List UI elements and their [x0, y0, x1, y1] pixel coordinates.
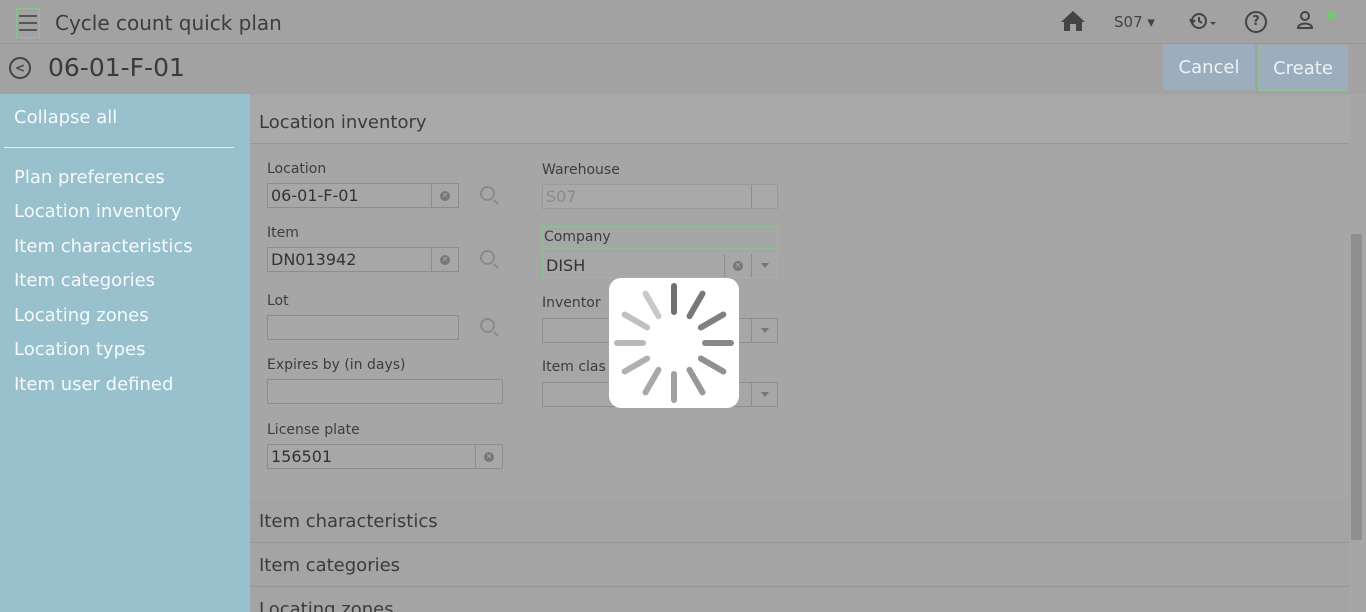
sidebar-item-item-user-defined[interactable]: Item user defined — [14, 374, 173, 395]
clear-icon[interactable]: ✕ — [724, 254, 751, 277]
sidebar-item-item-categories[interactable]: Item categories — [14, 270, 155, 291]
expires-by-label: Expires by (in days) — [267, 357, 406, 373]
section-title: Location inventory — [259, 112, 427, 133]
section-title: Locating zones — [259, 599, 394, 612]
chevron-down-icon[interactable] — [751, 383, 777, 406]
item-label: Item — [267, 225, 299, 241]
status-indicator — [1327, 11, 1336, 20]
company-select[interactable]: DISH ✕ — [542, 253, 778, 278]
search-icon[interactable] — [480, 318, 495, 333]
lot-input[interactable] — [267, 315, 459, 340]
chevron-down-icon[interactable] — [751, 319, 777, 342]
spinner-spoke — [641, 365, 663, 397]
item-class-label: Item clas — [542, 359, 606, 375]
search-icon[interactable] — [480, 250, 495, 265]
home-icon[interactable] — [1060, 10, 1086, 36]
search-icon[interactable] — [480, 186, 495, 201]
expires-by-input[interactable] — [267, 379, 503, 404]
spinner-spoke — [620, 310, 652, 332]
loading-spinner-icon — [609, 278, 739, 408]
top-bar: Cycle count quick plan S07 ▾ ? — [0, 0, 1366, 44]
spinner-spoke — [696, 310, 728, 332]
clear-icon[interactable]: ✕ — [475, 445, 502, 468]
sidebar-item-location-types[interactable]: Location types — [14, 339, 145, 360]
history-icon[interactable] — [1188, 10, 1218, 36]
warehouse-selector[interactable]: S07 ▾ — [1114, 13, 1155, 31]
warehouse-label: Warehouse — [542, 162, 620, 178]
chevron-down-icon[interactable] — [751, 254, 777, 277]
spinner-spoke — [685, 365, 707, 397]
cancel-button[interactable]: Cancel — [1163, 44, 1255, 90]
section-title: Item characteristics — [259, 511, 438, 532]
back-icon[interactable]: < — [9, 57, 31, 79]
company-label: Company — [544, 229, 611, 245]
location-label: Location — [267, 161, 327, 177]
section-locating-zones[interactable]: Locating zones — [250, 587, 1349, 612]
spinner-spoke — [671, 371, 677, 403]
scrollbar[interactable] — [1349, 94, 1366, 612]
title-bar: < 06-01-F-01 Cancel Create — [0, 44, 1366, 94]
spinner-spoke — [685, 289, 707, 321]
create-button[interactable]: Create — [1258, 45, 1348, 91]
spinner-spoke — [641, 289, 663, 321]
sidebar: Collapse all Plan preferences Location i… — [0, 94, 250, 612]
spinner-spoke — [702, 340, 734, 346]
section-item-categories[interactable]: Item categories — [250, 543, 1349, 587]
sidebar-item-locating-zones[interactable]: Locating zones — [14, 305, 149, 326]
lot-label: Lot — [267, 293, 289, 309]
license-plate-input[interactable]: 156501 ✕ — [267, 444, 503, 469]
section-location-inventory[interactable]: Location inventory — [250, 96, 1349, 144]
item-input[interactable]: DN013942 ✕ — [267, 247, 459, 272]
license-plate-label: License plate — [267, 422, 360, 438]
spinner-spoke — [614, 340, 646, 346]
help-icon[interactable]: ? — [1245, 11, 1267, 33]
sidebar-item-item-characteristics[interactable]: Item characteristics — [14, 236, 193, 257]
spinner-spoke — [696, 354, 728, 376]
menu-icon[interactable] — [16, 8, 40, 38]
collapse-all-link[interactable]: Collapse all — [14, 107, 117, 128]
sidebar-item-location-inventory[interactable]: Location inventory — [14, 201, 182, 222]
section-item-characteristics[interactable]: Item characteristics — [250, 499, 1349, 543]
page-title: 06-01-F-01 — [48, 53, 185, 82]
location-input[interactable]: 06-01-F-01 ✕ — [267, 183, 459, 208]
spinner-spoke — [671, 283, 677, 315]
user-icon[interactable] — [1296, 10, 1314, 34]
section-title: Item categories — [259, 555, 401, 576]
clear-icon[interactable]: ✕ — [431, 248, 458, 271]
clear-icon[interactable]: ✕ — [431, 184, 458, 207]
sidebar-item-plan-preferences[interactable]: Plan preferences — [14, 167, 165, 188]
main-content: Location inventory Location 06-01-F-01 ✕… — [250, 94, 1349, 612]
warehouse-input: S07 — [542, 184, 778, 209]
spinner-spoke — [620, 354, 652, 376]
sidebar-divider — [4, 147, 234, 148]
app-title: Cycle count quick plan — [55, 11, 282, 35]
scrollbar-thumb[interactable] — [1351, 234, 1362, 540]
dropdown-arrow-icon — [751, 185, 777, 208]
inventory-status-label: Inventor — [542, 295, 601, 311]
